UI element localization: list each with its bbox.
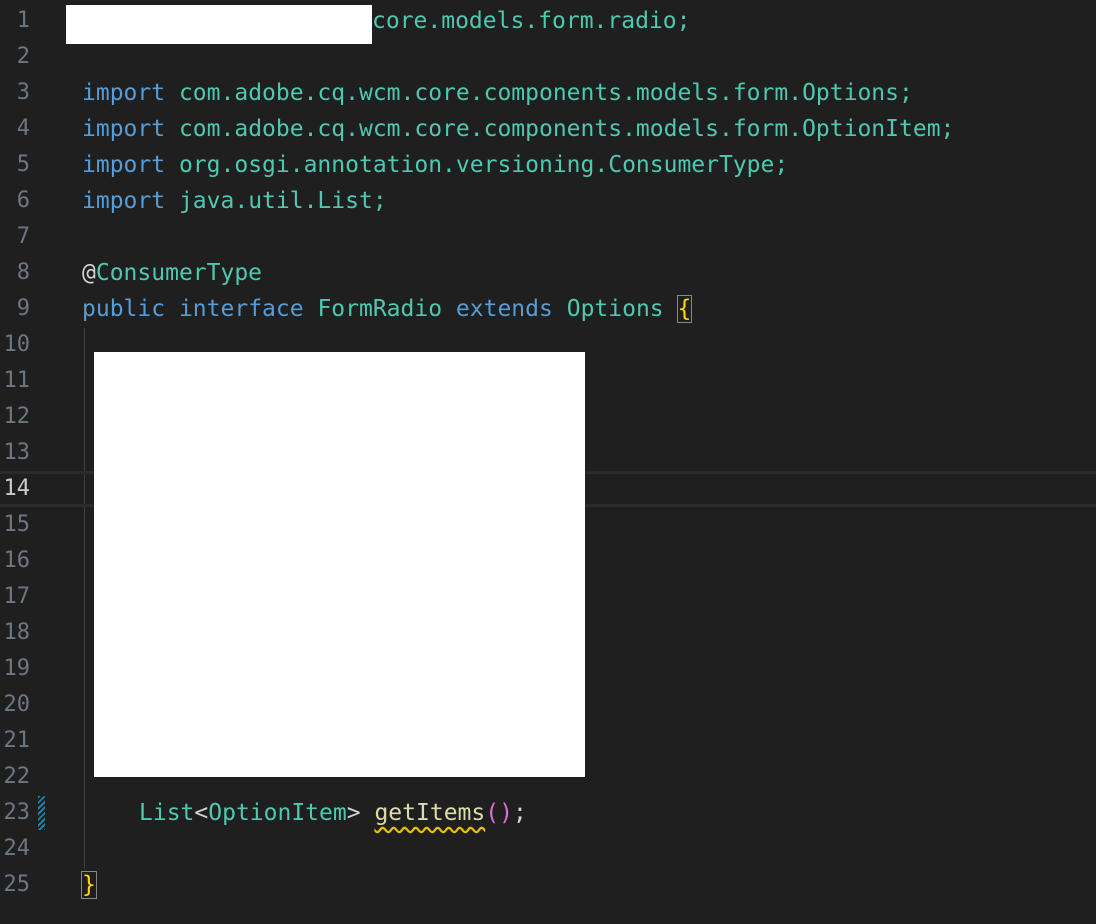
code-line-24[interactable]: 24 bbox=[0, 831, 1096, 867]
line-number: 8 bbox=[16, 260, 30, 285]
closing-brace-line: } bbox=[81, 867, 97, 903]
interface-name: FormRadio bbox=[317, 296, 443, 322]
code-editor[interactable]: 1 core.models.form.radio; 2 3 import com… bbox=[0, 0, 1096, 924]
super-interface-name: Options bbox=[566, 296, 664, 322]
code-line-3[interactable]: 3 import com.adobe.cq.wcm.core.component… bbox=[0, 75, 1096, 111]
code-line-5[interactable]: 5 import org.osgi.annotation.versioning.… bbox=[0, 147, 1096, 183]
method-parens: () bbox=[485, 800, 513, 826]
line-number: 10 bbox=[3, 332, 31, 357]
line-number: 17 bbox=[3, 584, 31, 609]
import-path: com.adobe.cq.wcm.core.components.models.… bbox=[178, 116, 955, 142]
line-number: 20 bbox=[3, 692, 31, 717]
line-number: 16 bbox=[3, 548, 31, 573]
code-line-23[interactable]: 23 List<OptionItem> getItems(); bbox=[0, 795, 1096, 831]
redacted-region-header bbox=[66, 5, 372, 44]
import-path: java.util.List; bbox=[178, 188, 387, 214]
code-line-6[interactable]: 6 import java.util.List; bbox=[0, 183, 1096, 219]
import-path: org.osgi.annotation.versioning.ConsumerT… bbox=[178, 152, 789, 178]
interface-keyword: interface bbox=[178, 296, 304, 322]
import-keyword: import bbox=[82, 152, 166, 178]
import-statement: import org.osgi.annotation.versioning.Co… bbox=[82, 147, 788, 183]
close-brace: } bbox=[81, 871, 97, 899]
line-number: 18 bbox=[3, 620, 31, 645]
line-number: 4 bbox=[16, 116, 30, 141]
line-number: 6 bbox=[16, 188, 30, 213]
line-number: 21 bbox=[3, 728, 31, 753]
code-line-2[interactable]: 2 bbox=[0, 39, 1096, 75]
code-line-9[interactable]: 9 public interface FormRadio extends Opt… bbox=[0, 291, 1096, 327]
import-keyword: import bbox=[82, 116, 166, 142]
annotation-at: @ bbox=[82, 260, 96, 286]
line-number: 22 bbox=[3, 764, 31, 789]
method-declaration: List<OptionItem> getItems(); bbox=[139, 795, 527, 831]
generic-open: < bbox=[194, 800, 209, 826]
import-keyword: import bbox=[82, 188, 166, 214]
line-number: 15 bbox=[3, 512, 31, 537]
line-number: 2 bbox=[16, 44, 30, 69]
line-number: 12 bbox=[3, 404, 31, 429]
line-number: 13 bbox=[3, 440, 31, 465]
line-number: 11 bbox=[3, 368, 31, 393]
line-number-active: 14 bbox=[3, 476, 31, 501]
package-tail: core.models.form.radio; bbox=[372, 3, 691, 39]
annotation: @ConsumerType bbox=[82, 255, 262, 291]
annotation-name: ConsumerType bbox=[95, 260, 263, 286]
generic-type: OptionItem bbox=[208, 800, 347, 826]
line-number: 1 bbox=[16, 8, 30, 33]
open-brace: { bbox=[676, 295, 693, 323]
line-number: 9 bbox=[16, 296, 30, 321]
import-path: com.adobe.cq.wcm.core.components.models.… bbox=[178, 80, 913, 106]
code-line-4[interactable]: 4 import com.adobe.cq.wcm.core.component… bbox=[0, 111, 1096, 147]
line-number: 3 bbox=[16, 80, 30, 105]
code-line-8[interactable]: 8 @ConsumerType bbox=[0, 255, 1096, 291]
method-name-warning[interactable]: getItems bbox=[374, 800, 485, 826]
return-type: List bbox=[139, 800, 195, 826]
line-number: 25 bbox=[3, 872, 31, 897]
import-statement: import com.adobe.cq.wcm.core.components.… bbox=[82, 111, 954, 147]
line-number: 23 bbox=[3, 800, 31, 825]
import-statement: import java.util.List; bbox=[82, 183, 387, 219]
code-line-25[interactable]: 25 } bbox=[0, 867, 1096, 903]
interface-declaration: public interface FormRadio extends Optio… bbox=[82, 291, 693, 327]
semicolon: ; bbox=[512, 800, 527, 826]
line-number: 24 bbox=[3, 836, 31, 861]
code-line-7[interactable]: 7 bbox=[0, 219, 1096, 255]
public-keyword: public bbox=[82, 296, 166, 322]
line-number: 5 bbox=[16, 152, 30, 177]
line-number: 19 bbox=[3, 656, 31, 681]
extends-keyword: extends bbox=[455, 296, 553, 322]
generic-close: > bbox=[346, 800, 361, 826]
line-number: 7 bbox=[16, 224, 30, 249]
import-statement: import com.adobe.cq.wcm.core.components.… bbox=[82, 75, 913, 111]
redacted-region-body bbox=[94, 352, 585, 777]
package-name: core.models.form.radio; bbox=[372, 8, 691, 34]
import-keyword: import bbox=[82, 80, 166, 106]
